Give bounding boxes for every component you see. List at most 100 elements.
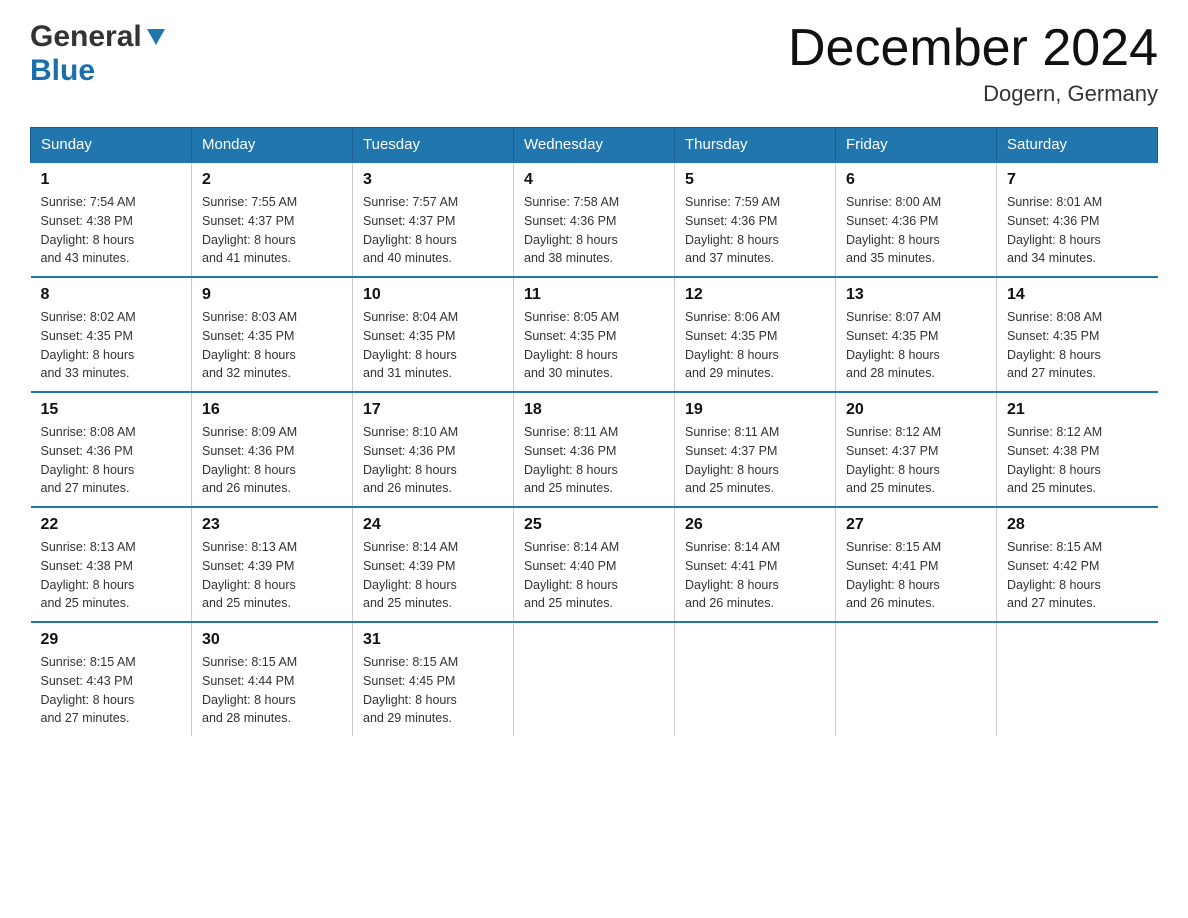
table-row: 4 Sunrise: 7:58 AM Sunset: 4:36 PM Dayli… [514, 162, 675, 277]
table-row: 24 Sunrise: 8:14 AM Sunset: 4:39 PM Dayl… [353, 507, 514, 622]
location-subtitle: Dogern, Germany [788, 81, 1158, 107]
day-info: Sunrise: 8:01 AM Sunset: 4:36 PM Dayligh… [1007, 193, 1148, 268]
day-number: 4 [524, 171, 664, 189]
month-title: December 2024 [788, 20, 1158, 77]
day-number: 11 [524, 286, 664, 304]
day-info: Sunrise: 8:14 AM Sunset: 4:39 PM Dayligh… [363, 538, 503, 613]
day-info: Sunrise: 8:00 AM Sunset: 4:36 PM Dayligh… [846, 193, 986, 268]
day-info: Sunrise: 8:15 AM Sunset: 4:42 PM Dayligh… [1007, 538, 1148, 613]
calendar-table: Sunday Monday Tuesday Wednesday Thursday… [30, 127, 1158, 736]
day-info: Sunrise: 8:13 AM Sunset: 4:39 PM Dayligh… [202, 538, 342, 613]
day-info: Sunrise: 7:57 AM Sunset: 4:37 PM Dayligh… [363, 193, 503, 268]
logo: General Blue [30, 20, 167, 88]
day-info: Sunrise: 8:15 AM Sunset: 4:44 PM Dayligh… [202, 653, 342, 728]
table-row: 1 Sunrise: 7:54 AM Sunset: 4:38 PM Dayli… [31, 162, 192, 277]
day-number: 10 [363, 286, 503, 304]
table-row [836, 622, 997, 736]
day-number: 20 [846, 401, 986, 419]
day-info: Sunrise: 8:11 AM Sunset: 4:37 PM Dayligh… [685, 423, 825, 498]
day-number: 13 [846, 286, 986, 304]
table-row [997, 622, 1158, 736]
table-row: 3 Sunrise: 7:57 AM Sunset: 4:37 PM Dayli… [353, 162, 514, 277]
table-row: 26 Sunrise: 8:14 AM Sunset: 4:41 PM Dayl… [675, 507, 836, 622]
day-number: 19 [685, 401, 825, 419]
col-friday: Friday [836, 128, 997, 163]
table-row: 16 Sunrise: 8:09 AM Sunset: 4:36 PM Dayl… [192, 392, 353, 507]
table-row: 9 Sunrise: 8:03 AM Sunset: 4:35 PM Dayli… [192, 277, 353, 392]
table-row: 19 Sunrise: 8:11 AM Sunset: 4:37 PM Dayl… [675, 392, 836, 507]
day-number: 21 [1007, 401, 1148, 419]
calendar-week-row: 29 Sunrise: 8:15 AM Sunset: 4:43 PM Dayl… [31, 622, 1158, 736]
calendar-header-row: Sunday Monday Tuesday Wednesday Thursday… [31, 128, 1158, 163]
day-number: 1 [41, 171, 182, 189]
table-row: 18 Sunrise: 8:11 AM Sunset: 4:36 PM Dayl… [514, 392, 675, 507]
col-saturday: Saturday [997, 128, 1158, 163]
col-wednesday: Wednesday [514, 128, 675, 163]
day-number: 28 [1007, 516, 1148, 534]
day-info: Sunrise: 8:15 AM Sunset: 4:41 PM Dayligh… [846, 538, 986, 613]
day-number: 6 [846, 171, 986, 189]
col-tuesday: Tuesday [353, 128, 514, 163]
table-row: 2 Sunrise: 7:55 AM Sunset: 4:37 PM Dayli… [192, 162, 353, 277]
calendar-week-row: 8 Sunrise: 8:02 AM Sunset: 4:35 PM Dayli… [31, 277, 1158, 392]
day-number: 17 [363, 401, 503, 419]
table-row: 5 Sunrise: 7:59 AM Sunset: 4:36 PM Dayli… [675, 162, 836, 277]
day-number: 23 [202, 516, 342, 534]
day-info: Sunrise: 7:59 AM Sunset: 4:36 PM Dayligh… [685, 193, 825, 268]
day-info: Sunrise: 8:06 AM Sunset: 4:35 PM Dayligh… [685, 308, 825, 383]
table-row: 25 Sunrise: 8:14 AM Sunset: 4:40 PM Dayl… [514, 507, 675, 622]
day-info: Sunrise: 7:55 AM Sunset: 4:37 PM Dayligh… [202, 193, 342, 268]
table-row: 22 Sunrise: 8:13 AM Sunset: 4:38 PM Dayl… [31, 507, 192, 622]
table-row: 31 Sunrise: 8:15 AM Sunset: 4:45 PM Dayl… [353, 622, 514, 736]
day-info: Sunrise: 8:04 AM Sunset: 4:35 PM Dayligh… [363, 308, 503, 383]
day-number: 26 [685, 516, 825, 534]
day-info: Sunrise: 8:02 AM Sunset: 4:35 PM Dayligh… [41, 308, 182, 383]
day-number: 12 [685, 286, 825, 304]
logo-blue-text: Blue [30, 54, 95, 88]
calendar-week-row: 1 Sunrise: 7:54 AM Sunset: 4:38 PM Dayli… [31, 162, 1158, 277]
table-row: 29 Sunrise: 8:15 AM Sunset: 4:43 PM Dayl… [31, 622, 192, 736]
table-row: 11 Sunrise: 8:05 AM Sunset: 4:35 PM Dayl… [514, 277, 675, 392]
day-number: 29 [41, 631, 182, 649]
table-row: 14 Sunrise: 8:08 AM Sunset: 4:35 PM Dayl… [997, 277, 1158, 392]
table-row: 30 Sunrise: 8:15 AM Sunset: 4:44 PM Dayl… [192, 622, 353, 736]
day-info: Sunrise: 7:54 AM Sunset: 4:38 PM Dayligh… [41, 193, 182, 268]
table-row: 28 Sunrise: 8:15 AM Sunset: 4:42 PM Dayl… [997, 507, 1158, 622]
day-info: Sunrise: 8:14 AM Sunset: 4:40 PM Dayligh… [524, 538, 664, 613]
title-block: December 2024 Dogern, Germany [788, 20, 1158, 107]
day-number: 27 [846, 516, 986, 534]
table-row: 10 Sunrise: 8:04 AM Sunset: 4:35 PM Dayl… [353, 277, 514, 392]
day-number: 25 [524, 516, 664, 534]
logo-arrow-icon [145, 25, 167, 52]
col-thursday: Thursday [675, 128, 836, 163]
table-row: 7 Sunrise: 8:01 AM Sunset: 4:36 PM Dayli… [997, 162, 1158, 277]
day-info: Sunrise: 8:08 AM Sunset: 4:35 PM Dayligh… [1007, 308, 1148, 383]
day-info: Sunrise: 8:13 AM Sunset: 4:38 PM Dayligh… [41, 538, 182, 613]
table-row: 6 Sunrise: 8:00 AM Sunset: 4:36 PM Dayli… [836, 162, 997, 277]
day-number: 30 [202, 631, 342, 649]
day-number: 8 [41, 286, 182, 304]
day-number: 14 [1007, 286, 1148, 304]
day-info: Sunrise: 7:58 AM Sunset: 4:36 PM Dayligh… [524, 193, 664, 268]
table-row: 27 Sunrise: 8:15 AM Sunset: 4:41 PM Dayl… [836, 507, 997, 622]
day-info: Sunrise: 8:10 AM Sunset: 4:36 PM Dayligh… [363, 423, 503, 498]
table-row: 20 Sunrise: 8:12 AM Sunset: 4:37 PM Dayl… [836, 392, 997, 507]
day-number: 3 [363, 171, 503, 189]
day-info: Sunrise: 8:15 AM Sunset: 4:45 PM Dayligh… [363, 653, 503, 728]
day-info: Sunrise: 8:08 AM Sunset: 4:36 PM Dayligh… [41, 423, 182, 498]
day-number: 18 [524, 401, 664, 419]
table-row: 12 Sunrise: 8:06 AM Sunset: 4:35 PM Dayl… [675, 277, 836, 392]
day-info: Sunrise: 8:11 AM Sunset: 4:36 PM Dayligh… [524, 423, 664, 498]
day-info: Sunrise: 8:15 AM Sunset: 4:43 PM Dayligh… [41, 653, 182, 728]
table-row: 21 Sunrise: 8:12 AM Sunset: 4:38 PM Dayl… [997, 392, 1158, 507]
day-number: 31 [363, 631, 503, 649]
table-row: 17 Sunrise: 8:10 AM Sunset: 4:36 PM Dayl… [353, 392, 514, 507]
table-row: 15 Sunrise: 8:08 AM Sunset: 4:36 PM Dayl… [31, 392, 192, 507]
day-number: 9 [202, 286, 342, 304]
col-monday: Monday [192, 128, 353, 163]
day-number: 15 [41, 401, 182, 419]
day-info: Sunrise: 8:03 AM Sunset: 4:35 PM Dayligh… [202, 308, 342, 383]
day-number: 16 [202, 401, 342, 419]
day-number: 7 [1007, 171, 1148, 189]
day-number: 22 [41, 516, 182, 534]
